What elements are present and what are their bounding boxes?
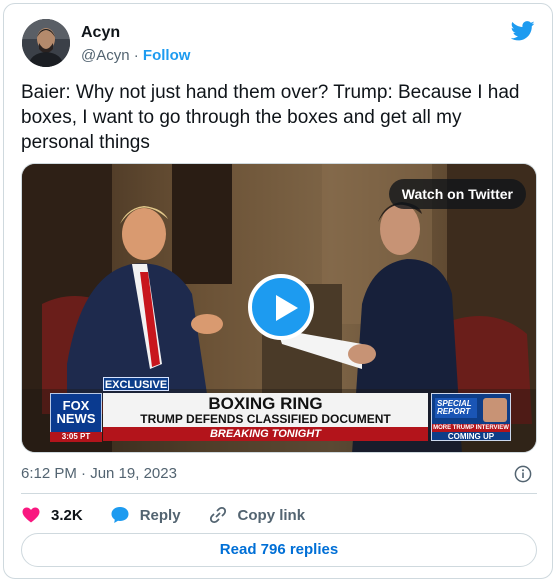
link-icon xyxy=(209,506,226,524)
avatar-image xyxy=(22,19,70,67)
special-report-portrait xyxy=(483,398,507,422)
follow-button[interactable]: Follow xyxy=(143,47,191,64)
tweet-text: Baier: Why not just hand them over? Trum… xyxy=(21,82,520,153)
divider xyxy=(21,493,537,494)
avatar[interactable] xyxy=(22,19,70,67)
special-coming: COMING UP xyxy=(447,432,495,441)
watch-on-twitter-button[interactable]: Watch on Twitter xyxy=(388,179,526,209)
author-name[interactable]: Acyn xyxy=(81,24,120,42)
tweet-card: Acyn @Acyn · Follow Baier: Why not just … xyxy=(3,3,553,579)
author-handle-row: @Acyn · Follow xyxy=(81,47,190,64)
chyron-main: BOXING RING TRUMP DEFENDS CLASSIFIED DOC… xyxy=(103,393,428,440)
special-line2: REPORT xyxy=(437,407,471,416)
copy-link-button[interactable]: Copy link xyxy=(208,505,306,525)
author-handle[interactable]: @Acyn xyxy=(81,47,130,64)
action-bar: 3.2K Reply Copy link xyxy=(21,504,332,526)
special-report-box: SPECIAL REPORT MORE TRUMP INTERVIEW COMI… xyxy=(431,393,511,441)
info-icon[interactable] xyxy=(514,465,532,483)
handle-separator: · xyxy=(129,47,143,64)
copy-link-label: Copy link xyxy=(237,506,306,524)
chyron-breaking: BREAKING TONIGHT xyxy=(103,427,428,441)
chyron-exclusive-tag: EXCLUSIVE xyxy=(103,377,169,391)
like-button[interactable]: 3.2K xyxy=(21,505,83,525)
reply-button[interactable]: Reply xyxy=(110,505,181,525)
heart-icon xyxy=(22,507,40,523)
read-replies-button[interactable]: Read 796 replies xyxy=(21,533,537,567)
fox-logo-line2: NEWS xyxy=(56,411,96,426)
play-icon[interactable] xyxy=(248,274,314,340)
tweet-timestamp[interactable]: 6:12 PM · Jun 19, 2023 xyxy=(21,465,177,482)
chyron-time: 3:05 PT xyxy=(50,432,102,442)
reply-bubble-icon xyxy=(111,507,129,523)
chyron-headline: BOXING RING xyxy=(208,394,323,413)
special-report-label: SPECIAL REPORT xyxy=(435,398,477,418)
like-count: 3.2K xyxy=(51,506,83,524)
special-more: MORE TRUMP INTERVIEW xyxy=(432,424,510,432)
video-player[interactable]: EXCLUSIVE FOX NEWS 3:05 PT BOXING RING T… xyxy=(21,163,537,453)
twitter-bird-icon[interactable] xyxy=(511,21,535,41)
reply-label: Reply xyxy=(139,506,181,524)
